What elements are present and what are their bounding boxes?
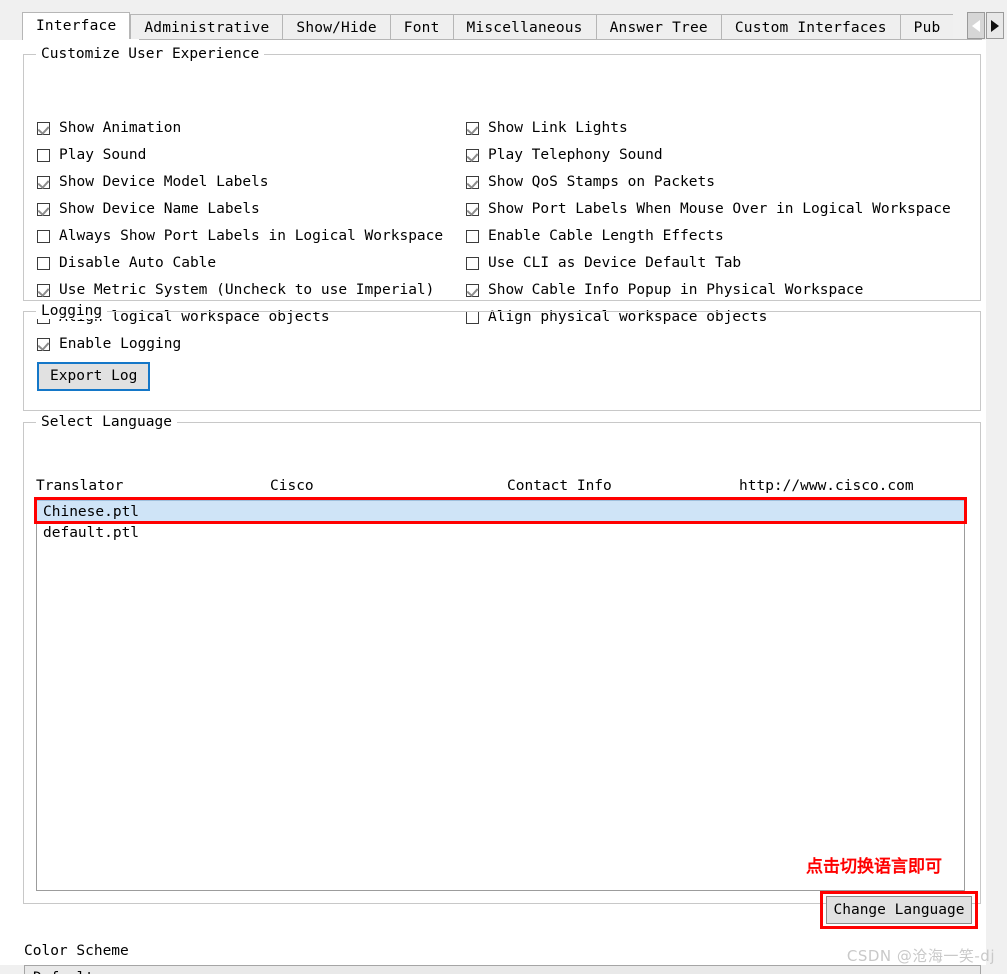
checkbox-row-show-qos-stamps[interactable]: Show QoS Stamps on Packets — [466, 172, 715, 192]
color-scheme-label: Color Scheme — [24, 943, 129, 959]
tab-administrative[interactable]: Administrative — [130, 14, 283, 40]
checkbox-row-show-animation[interactable]: Show Animation — [37, 118, 181, 138]
checkbox-row-show-device-model-labels[interactable]: Show Device Model Labels — [37, 172, 269, 192]
checkbox-label: Disable Auto Cable — [59, 255, 217, 271]
right-gutter — [985, 40, 1007, 965]
checkbox-icon[interactable] — [466, 283, 479, 297]
tab-label: Pub — [913, 20, 941, 36]
checkbox-row-use-cli-default-tab[interactable]: Use CLI as Device Default Tab — [466, 253, 741, 273]
checkbox-icon[interactable] — [466, 202, 479, 216]
tab-label: Answer Tree — [609, 20, 708, 36]
triangle-right-icon — [991, 19, 999, 32]
checkbox-icon[interactable] — [37, 175, 50, 189]
checkbox-row-disable-auto-cable[interactable]: Disable Auto Cable — [37, 253, 216, 273]
tab-font[interactable]: Font — [389, 14, 453, 40]
language-header-url: http://www.cisco.com — [739, 478, 914, 494]
group-title: Select Language — [36, 414, 177, 430]
checkbox-row-show-cable-info-popup[interactable]: Show Cable Info Popup in Physical Worksp… — [466, 280, 863, 300]
tab-label: Miscellaneous — [466, 20, 583, 36]
language-header-translator: Translator — [36, 478, 124, 494]
group-title: Customize User Experience — [36, 46, 265, 62]
checkbox-row-always-show-port-labels[interactable]: Always Show Port Labels in Logical Works… — [37, 226, 443, 246]
checkbox-icon[interactable] — [37, 202, 50, 216]
checkbox-label: Use Metric System (Uncheck to use Imperi… — [59, 282, 435, 298]
tab-selected-connector — [23, 39, 139, 41]
list-item[interactable]: default.ptl — [37, 522, 964, 544]
checkbox-icon[interactable] — [37, 337, 50, 351]
checkbox-label: Enable Cable Length Effects — [488, 228, 724, 244]
tab-strip: Interface Administrative Show/Hide Font Misc… — [0, 0, 1007, 41]
tab-list: Interface Administrative Show/Hide Font Misc… — [22, 12, 982, 40]
annotation-text-click-to-switch-language: 点击切换语言即可 — [806, 857, 942, 877]
checkbox-label: Play Sound — [59, 147, 147, 163]
checkbox-row-show-link-lights[interactable]: Show Link Lights — [466, 118, 628, 138]
checkbox-row-use-metric-system[interactable]: Use Metric System (Uncheck to use Imperi… — [37, 280, 434, 300]
tab-show-hide[interactable]: Show/Hide — [282, 14, 390, 40]
watermark: CSDN @沧海一笑-dj — [846, 947, 995, 965]
tab-scroll-right-button[interactable] — [986, 12, 1004, 39]
checkbox-label: Show Port Labels When Mouse Over in Logi… — [488, 201, 951, 217]
tab-label: Custom Interfaces — [734, 20, 887, 36]
checkbox-icon[interactable] — [37, 256, 50, 270]
logging-group: Logging — [23, 303, 981, 411]
checkbox-icon[interactable] — [466, 229, 479, 243]
checkbox-label: Show Cable Info Popup in Physical Worksp… — [488, 282, 864, 298]
checkbox-row-play-telephony-sound[interactable]: Play Telephony Sound — [466, 145, 663, 165]
triangle-left-icon — [972, 19, 980, 32]
checkbox-label: Show QoS Stamps on Packets — [488, 174, 715, 190]
checkbox-row-enable-logging[interactable]: Enable Logging — [37, 334, 181, 354]
checkbox-label: Show Device Name Labels — [59, 201, 260, 217]
tab-label: Administrative — [144, 20, 270, 36]
checkbox-icon[interactable] — [37, 229, 50, 243]
checkbox-icon[interactable] — [466, 256, 479, 270]
checkbox-row-enable-cable-length-effects[interactable]: Enable Cable Length Effects — [466, 226, 724, 246]
list-item[interactable]: Chinese.ptl — [37, 500, 964, 522]
checkbox-label: Show Animation — [59, 120, 182, 136]
tab-answer-tree[interactable]: Answer Tree — [595, 14, 721, 40]
tab-label: Interface — [36, 18, 117, 34]
tab-scroll-controls — [967, 12, 1004, 40]
preferences-window: Interface Administrative Show/Hide Font Misc… — [0, 0, 1007, 974]
language-header-cisco: Cisco — [270, 478, 314, 494]
color-scheme-value: Default — [25, 970, 956, 974]
checkbox-icon[interactable] — [466, 148, 479, 162]
color-scheme-dropdown[interactable]: Default ▾ — [24, 965, 981, 974]
checkbox-label: Show Device Model Labels — [59, 174, 269, 190]
tab-custom-interfaces[interactable]: Custom Interfaces — [720, 14, 900, 40]
tab-label: Show/Hide — [296, 20, 377, 36]
checkbox-icon[interactable] — [37, 121, 50, 135]
panel-body: Customize User Experience Show Animation… — [0, 40, 986, 974]
language-list[interactable]: Chinese.ptl default.ptl — [36, 499, 965, 891]
checkbox-label: Play Telephony Sound — [488, 147, 663, 163]
interface-tab-panel: Customize User Experience Show Animation… — [0, 40, 1007, 974]
chevron-down-icon[interactable]: ▾ — [956, 971, 980, 974]
tab-label: Font — [403, 20, 440, 36]
checkbox-label: Enable Logging — [59, 336, 182, 352]
tab-miscellaneous[interactable]: Miscellaneous — [452, 14, 596, 40]
checkbox-label: Use CLI as Device Default Tab — [488, 255, 742, 271]
tab-interface[interactable]: Interface — [22, 12, 131, 40]
tab-publish[interactable]: Pub — [899, 14, 954, 40]
checkbox-icon[interactable] — [37, 283, 50, 297]
checkbox-label: Always Show Port Labels in Logical Works… — [59, 228, 444, 244]
checkbox-icon[interactable] — [466, 121, 479, 135]
tab-scroll-left-button[interactable] — [967, 12, 985, 39]
language-header-contact-info: Contact Info — [507, 478, 612, 494]
change-language-button[interactable]: Change Language — [826, 896, 972, 924]
checkbox-icon[interactable] — [37, 148, 50, 162]
checkbox-icon[interactable] — [466, 175, 479, 189]
checkbox-row-play-sound[interactable]: Play Sound — [37, 145, 146, 165]
group-title: Logging — [36, 303, 108, 319]
checkbox-label: Show Link Lights — [488, 120, 628, 136]
export-log-button[interactable]: Export Log — [37, 362, 151, 391]
checkbox-row-show-device-name-labels[interactable]: Show Device Name Labels — [37, 199, 260, 219]
checkbox-row-show-port-labels-mouse-over[interactable]: Show Port Labels When Mouse Over in Logi… — [466, 199, 951, 219]
